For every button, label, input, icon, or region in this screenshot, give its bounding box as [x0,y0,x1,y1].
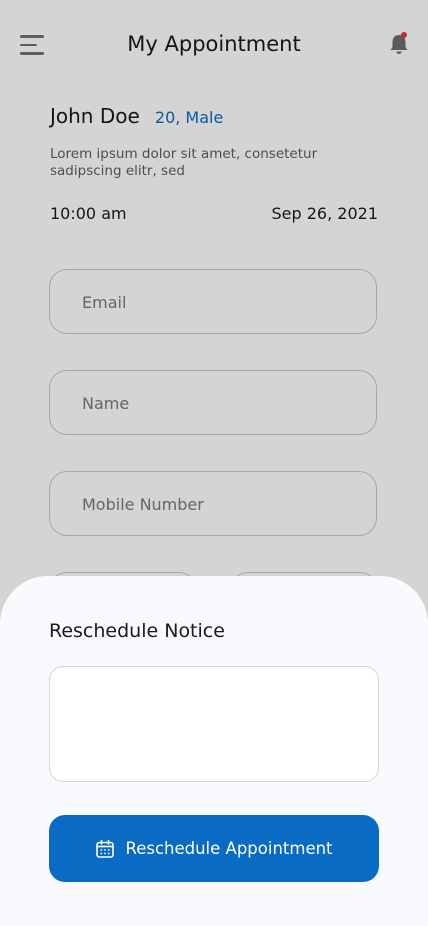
reschedule-notice-input[interactable] [50,667,378,781]
sheet-title: Reschedule Notice [49,620,225,642]
reschedule-button-label: Reschedule Appointment [125,839,333,858]
reschedule-notice-field[interactable] [49,666,379,782]
reschedule-sheet: Reschedule Notice Reschedule Appointment [0,576,428,926]
reschedule-appointment-button[interactable]: Reschedule Appointment [49,815,379,882]
calendar-icon [96,839,115,858]
